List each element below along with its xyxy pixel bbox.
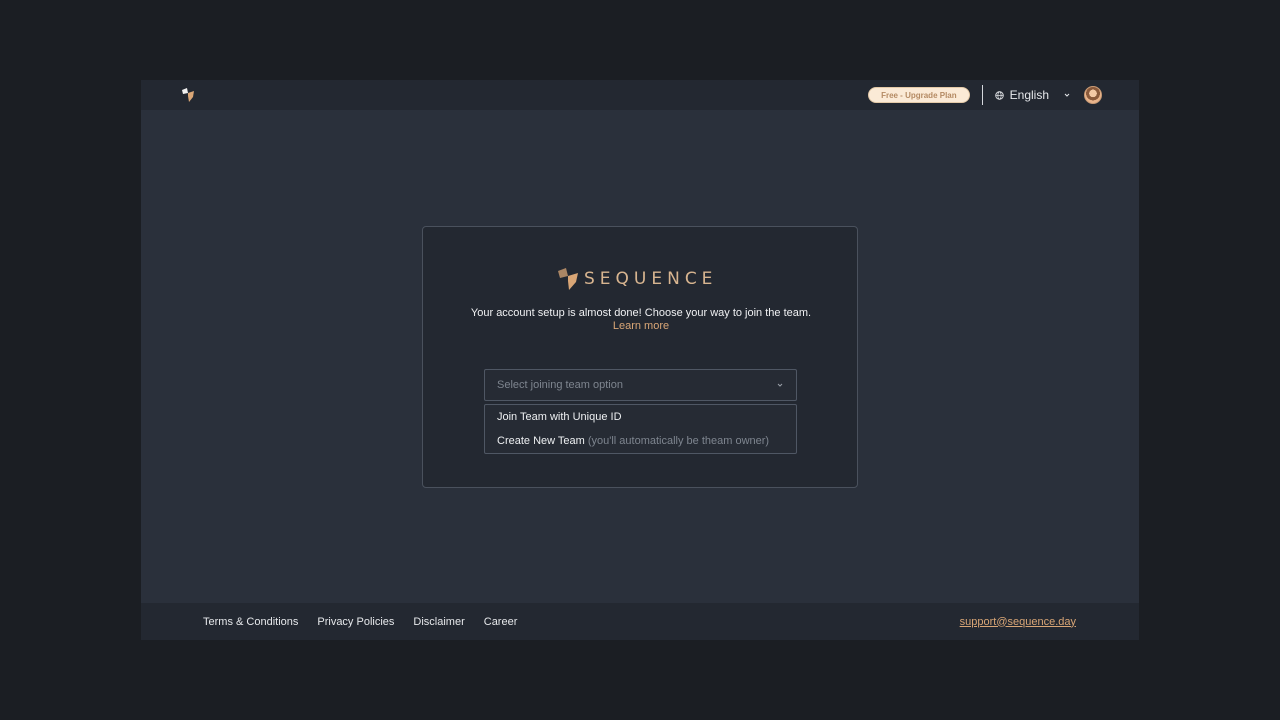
footer-links: Terms & Conditions Privacy Policies Disc… <box>203 616 517 628</box>
chevron-down-icon <box>1064 93 1070 97</box>
option-hint: (you'll automatically be theam owner) <box>587 435 770 447</box>
brand-name: SEQUENCE <box>584 269 718 289</box>
intro-text: Your account setup is almost done! Choos… <box>463 307 819 333</box>
privacy-link[interactable]: Privacy Policies <box>317 616 394 628</box>
main-content: SEQUENCE Your account setup is almost do… <box>141 110 1139 603</box>
top-bar: Free - Upgrade Plan English <box>141 80 1139 110</box>
support-email-link[interactable]: support@sequence.day <box>960 616 1076 628</box>
team-setup-card: SEQUENCE Your account setup is almost do… <box>422 226 858 488</box>
option-join-team[interactable]: Join Team with Unique ID <box>485 405 796 429</box>
joining-option-select[interactable]: Select joining team option <box>484 369 797 401</box>
intro-message: Your account setup is almost done! Choos… <box>470 307 812 319</box>
upgrade-plan-button[interactable]: Free - Upgrade Plan <box>868 87 970 103</box>
select-placeholder: Select joining team option <box>497 379 623 391</box>
sequence-logo-icon <box>558 268 578 290</box>
globe-icon <box>994 90 1004 100</box>
footer: Terms & Conditions Privacy Policies Disc… <box>141 603 1139 640</box>
chevron-down-icon <box>777 383 783 387</box>
disclaimer-link[interactable]: Disclaimer <box>413 616 464 628</box>
topbar-divider <box>981 85 983 105</box>
brand-logo: SEQUENCE <box>558 268 717 290</box>
sequence-logo-icon[interactable] <box>182 88 194 102</box>
option-label: Join Team with Unique ID <box>497 411 622 423</box>
language-selector[interactable]: English <box>994 88 1071 102</box>
option-label: Create New Team <box>497 435 585 447</box>
career-link[interactable]: Career <box>484 616 518 628</box>
language-label: English <box>1009 88 1049 102</box>
learn-more-link[interactable]: Learn more <box>613 320 669 332</box>
joining-option-dropdown: Join Team with Unique ID Create New Team… <box>484 404 797 454</box>
app-window: Free - Upgrade Plan English SEQUENCE You… <box>141 80 1139 640</box>
user-avatar[interactable] <box>1084 86 1102 104</box>
terms-link[interactable]: Terms & Conditions <box>203 616 298 628</box>
option-create-team[interactable]: Create New Team (you'll automatically be… <box>485 429 796 453</box>
